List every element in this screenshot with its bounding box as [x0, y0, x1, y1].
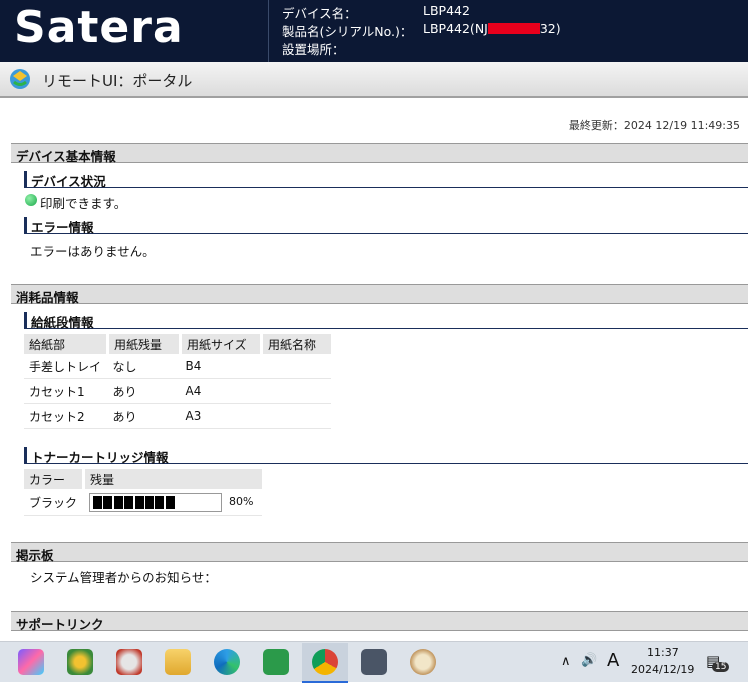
- col-level: 残量: [83, 469, 262, 489]
- paint-icon[interactable]: [116, 649, 142, 675]
- page-title: リモートUI：ポータル: [42, 72, 193, 90]
- satera-logo: Satera: [14, 2, 184, 53]
- heading-paper-info: 給紙段情報: [24, 312, 748, 330]
- redaction-mark: [487, 23, 540, 34]
- paper-table-header: 給紙部 用紙残量 用紙サイズ 用紙名称: [24, 334, 331, 354]
- toner-level-text: 80%: [229, 495, 254, 508]
- toner-level-segment: [93, 496, 102, 509]
- paper-table: 給紙部 用紙残量 用紙サイズ 用紙名称 手差しトレイ なし B4 カセット1 あ…: [24, 334, 331, 429]
- heading-error-info: エラー情報: [24, 217, 748, 235]
- cell: [261, 378, 331, 404]
- cell: 手差しトレイ: [24, 354, 108, 379]
- toner-level-segment: [145, 496, 154, 509]
- cell: カセット1: [24, 378, 108, 404]
- board-message: システム管理者からのお知らせ：: [30, 570, 217, 585]
- header-divider: [268, 0, 269, 62]
- table-row: カセット2 あり A3: [24, 403, 331, 429]
- product-value: LBP442(NJ 32): [423, 21, 561, 36]
- col-size: 用紙サイズ: [180, 334, 263, 354]
- app-icon[interactable]: [67, 649, 93, 675]
- device-name-value: LBP442: [423, 3, 470, 18]
- chrome-icon[interactable]: [312, 649, 338, 675]
- portal-icon: [10, 69, 30, 89]
- table-row: 手差しトレイ なし B4: [24, 354, 331, 379]
- error-info-text: エラーはありません。: [30, 244, 155, 259]
- device-header: Satera デバイス名： LBP442 製品名(シリアルNo.)： LBP44…: [0, 0, 748, 62]
- table-row: カセット1 あり A4: [24, 378, 331, 404]
- col-feeder: 給紙部: [24, 334, 109, 354]
- edge-icon[interactable]: [214, 649, 240, 675]
- device-status-text: 印刷できます。: [40, 196, 127, 211]
- location-label: 設置場所：: [282, 42, 345, 57]
- cell: B4: [180, 354, 262, 379]
- taskbar: ∧ 🔊 A 11:37 2024/12/19 ▤ 15: [0, 641, 748, 683]
- col-remaining: 用紙残量: [107, 334, 182, 354]
- toner-level-segment: [124, 496, 134, 509]
- product-label: 製品名(シリアルNo.)：: [282, 24, 413, 39]
- heading-toner-info: トナーカートリッジ情報: [24, 447, 748, 465]
- toner-level-bar: [89, 493, 222, 512]
- cell: あり: [107, 378, 181, 404]
- cell: なし: [107, 354, 181, 379]
- toner-level-segment: [113, 496, 123, 509]
- toner-level-segment: [103, 496, 113, 509]
- calculator-icon[interactable]: [361, 649, 387, 675]
- cell: A3: [180, 403, 262, 429]
- cell: あり: [107, 403, 181, 429]
- section-consumables: 消耗品情報: [11, 284, 748, 305]
- paint-palette-icon[interactable]: [410, 649, 436, 675]
- portal-titlebar: リモートUI：ポータル: [0, 62, 748, 98]
- cell: カセット2: [24, 403, 108, 429]
- status-ok-icon: [25, 194, 37, 206]
- cell: [261, 403, 331, 429]
- clock-date[interactable]: 2024/12/19: [631, 663, 694, 676]
- cell: A4: [180, 378, 262, 404]
- section-device-info: デバイス基本情報: [11, 143, 748, 164]
- cell: [261, 354, 331, 379]
- toner-level-segment: [165, 496, 175, 509]
- clock-time[interactable]: 11:37: [647, 646, 679, 659]
- file-explorer-icon[interactable]: [165, 649, 191, 675]
- toner-level-segment: [134, 496, 144, 509]
- notification-badge: 15: [712, 662, 730, 672]
- chevron-up-icon[interactable]: ∧: [561, 654, 571, 669]
- heading-device-status: デバイス状況: [24, 171, 748, 189]
- section-board: 掲示板: [11, 542, 748, 563]
- copilot-icon[interactable]: [18, 649, 44, 675]
- toner-color-cell: ブラック: [24, 489, 84, 516]
- spreadsheet-icon[interactable]: [263, 649, 289, 675]
- section-support-link: サポートリンク: [11, 611, 748, 632]
- speaker-icon[interactable]: 🔊: [581, 653, 597, 668]
- last-updated: 最終更新：2024 12/19 11:49:35: [568, 119, 740, 132]
- col-name: 用紙名称: [261, 334, 331, 354]
- device-name-label: デバイス名：: [282, 6, 357, 21]
- toner-level-segment: [155, 496, 165, 509]
- ime-indicator[interactable]: A: [607, 650, 619, 671]
- col-color: カラー: [24, 469, 85, 489]
